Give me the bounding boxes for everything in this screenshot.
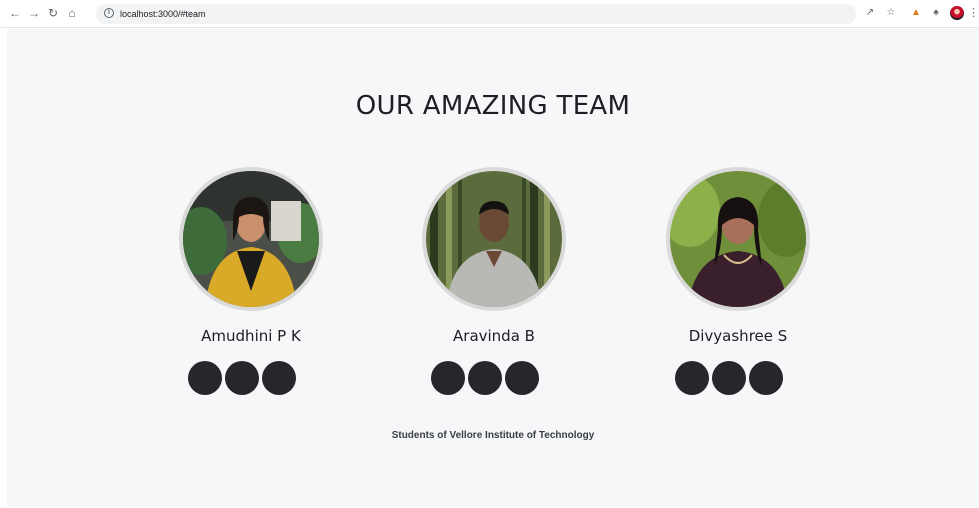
reload-icon[interactable]: ↻ (46, 6, 60, 20)
forward-icon[interactable]: → (27, 6, 41, 20)
social-link-button[interactable] (188, 361, 222, 395)
star-icon[interactable]: ☆ (885, 7, 897, 19)
share-icon[interactable]: ↗ (864, 7, 876, 19)
avatar (666, 167, 810, 311)
page-title: OUR AMAZING TEAM (355, 91, 631, 121)
avatar (179, 167, 323, 311)
profile-avatar[interactable] (950, 6, 964, 20)
social-link-button[interactable] (225, 361, 259, 395)
member-photo (183, 171, 319, 307)
social-links (431, 361, 557, 395)
social-links (675, 361, 801, 395)
info-icon[interactable]: i (104, 8, 114, 18)
member-photo (670, 171, 806, 307)
home-icon[interactable]: ⌂ (65, 6, 79, 20)
back-icon[interactable]: ← (8, 6, 22, 20)
member-name: Aravinda B (453, 327, 535, 345)
member-name: Divyashree S (688, 327, 788, 345)
social-link-button[interactable] (431, 361, 465, 395)
avatar (422, 167, 566, 311)
social-link-button[interactable] (675, 361, 709, 395)
social-link-button[interactable] (468, 361, 502, 395)
browser-toolbar: ← → ↻ ⌂ i localhost:3000/#team ↗ ☆ ▲ ♠ ⋮ (0, 0, 979, 28)
social-link-button[interactable] (262, 361, 296, 395)
menu-icon[interactable]: ⋮ (968, 6, 979, 20)
member-name: Amudhini P K (201, 327, 301, 345)
social-link-button[interactable] (712, 361, 746, 395)
address-bar[interactable]: i localhost:3000/#team (96, 4, 856, 24)
footer-text: Students of Vellore Institute of Technol… (391, 430, 595, 441)
extensions-icon[interactable]: ♠ (930, 7, 942, 19)
social-link-button[interactable] (505, 361, 539, 395)
member-photo (426, 171, 562, 307)
social-link-button[interactable] (749, 361, 783, 395)
team-section: OUR AMAZING TEAM Amudhini P K Aravinda B… (7, 29, 979, 507)
social-links (188, 361, 314, 395)
metamask-icon[interactable]: ▲ (910, 7, 922, 19)
url-text[interactable]: localhost:3000/#team (120, 7, 206, 21)
